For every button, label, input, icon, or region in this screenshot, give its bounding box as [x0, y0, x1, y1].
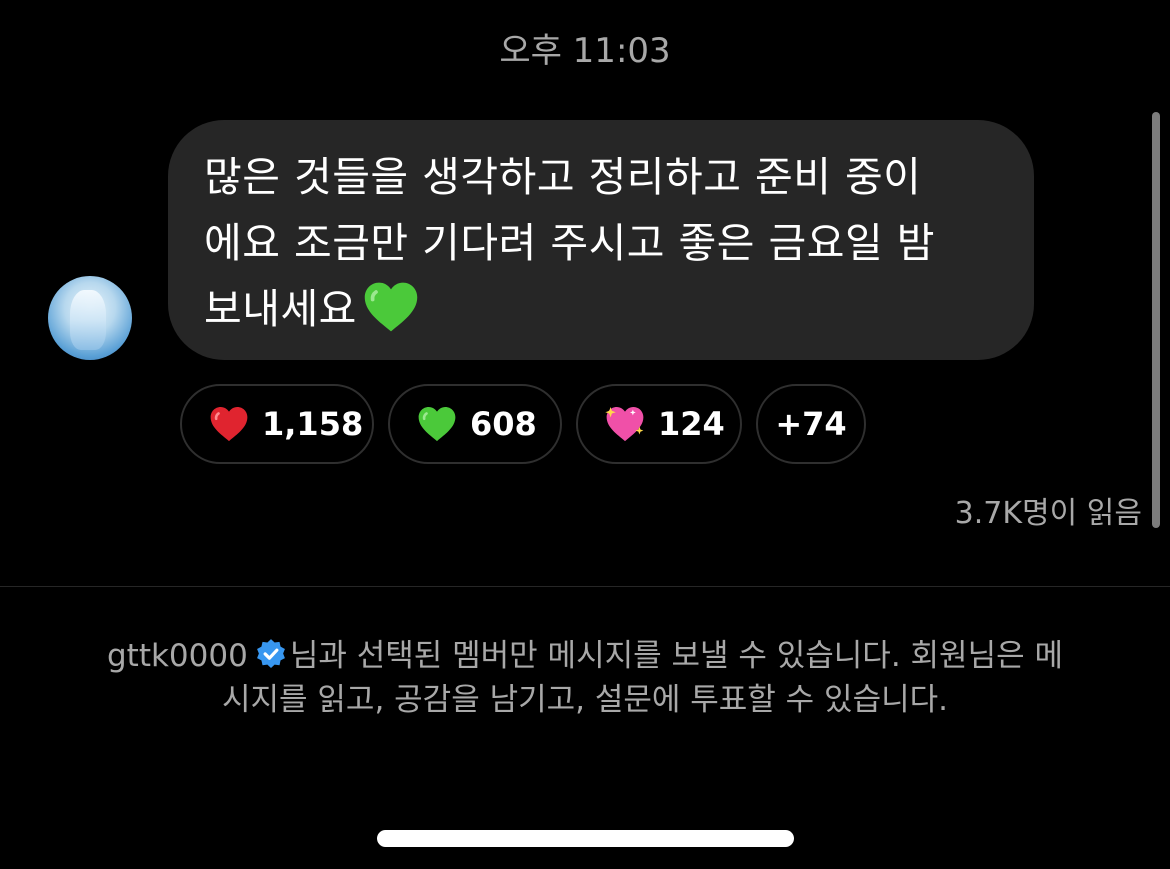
notice-line-1: gttk0000 님과 선택된 멤버만 메시지를 보낼 수 있습니다. 회원님은…: [0, 634, 1170, 678]
verified-badge-icon: [256, 639, 285, 668]
reaction-chip-green-heart[interactable]: 608: [388, 384, 562, 464]
channel-owner-username[interactable]: gttk0000: [107, 638, 248, 674]
notice-line-2: 시지를 읽고, 공감을 남기고, 설문에 투표할 수 있습니다.: [222, 682, 948, 718]
message-timestamp: 오후 11:03: [499, 31, 671, 71]
message-text: 많은 것들을 생각하고 정리하고 준비 중이 에요 조금만 기다려 주시고 좋은…: [204, 144, 998, 342]
reaction-bar: 1,158 608 124 +74: [180, 384, 866, 466]
notice-text-1: 님과 선택된 멤버만 메시지를 보낼 수 있습니다. 회원님은 메: [289, 638, 1063, 674]
message-line-1: 많은 것들을 생각하고 정리하고 준비 중이: [204, 153, 922, 201]
reaction-chip-sparkling-heart[interactable]: 124: [576, 384, 742, 464]
message-line-3: 보내세요: [204, 285, 357, 333]
reaction-count: 1,158: [262, 405, 364, 443]
more-reactions-count: +74: [775, 405, 847, 443]
reaction-count: 608: [470, 405, 537, 443]
green-heart-icon: [364, 282, 418, 332]
message-line-2: 에요 조금만 기다려 주시고 좋은 금요일 밤: [204, 219, 935, 267]
reaction-chip-red-heart[interactable]: 1,158: [180, 384, 374, 464]
more-reactions-chip[interactable]: +74: [756, 384, 866, 464]
read-receipt: 3.7K명이 읽음: [954, 496, 1142, 531]
avatar-image: [70, 290, 106, 350]
home-indicator[interactable]: [377, 830, 794, 847]
sender-avatar[interactable]: [48, 276, 132, 360]
green-heart-icon: [418, 406, 456, 442]
reaction-count: 124: [658, 405, 725, 443]
sparkling-heart-icon: [605, 406, 644, 442]
scrollbar[interactable]: [1152, 112, 1160, 528]
divider: [0, 586, 1170, 587]
message-bubble[interactable]: 많은 것들을 생각하고 정리하고 준비 중이 에요 조금만 기다려 주시고 좋은…: [168, 120, 1034, 360]
red-heart-icon: [210, 406, 248, 442]
channel-notice: gttk0000 님과 선택된 멤버만 메시지를 보낼 수 있습니다. 회원님은…: [0, 634, 1170, 722]
